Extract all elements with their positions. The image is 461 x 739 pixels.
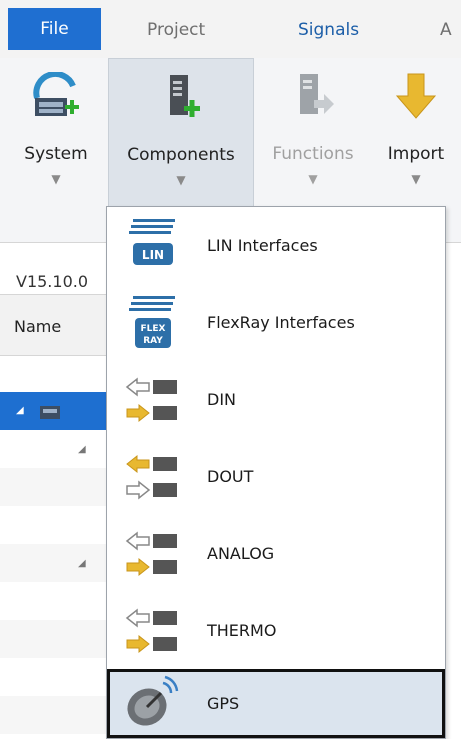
lin-interface-icon: LIN [129,219,175,265]
svg-text:LIN: LIN [142,248,164,262]
import-label: Import [387,144,445,164]
menu-item-lin-interfaces[interactable]: LIN LIN Interfaces [107,207,445,284]
ribbon-tab-bar: File Project Signals A [0,0,461,58]
functions-icon [300,74,334,114]
import-button[interactable]: Import ▼ [374,58,458,208]
chevron-down-icon: ▼ [308,172,318,186]
tree-row[interactable] [0,468,110,506]
menu-item-din[interactable]: DIN [107,361,445,438]
din-icon [125,377,177,423]
dout-icon [126,454,177,500]
components-dropdown-menu: LIN LIN Interfaces FLEX RAY FlexRay Inte… [106,206,446,739]
thermo-icon [125,608,177,654]
svg-text:RAY: RAY [143,336,163,346]
menu-item-label: DOUT [207,467,254,486]
system-icon [40,406,60,419]
flexray-interface-icon: FLEX RAY [129,296,175,348]
tab-truncated[interactable]: A [440,10,452,50]
column-header: Name [0,294,110,356]
functions-label: Functions [272,144,354,164]
menu-item-label: THERMO [207,621,277,640]
analog-icon [125,531,177,577]
components-button[interactable]: Components ▼ [108,58,254,209]
menu-item-label: DIN [207,390,237,409]
components-icon [170,75,200,117]
menu-item-thermo[interactable]: THERMO [107,592,445,669]
menu-item-gps[interactable]: GPS [107,669,445,738]
tab-signals[interactable]: Signals [298,10,359,50]
menu-item-label: FlexRay Interfaces [207,313,355,332]
menu-item-label: ANALOG [207,544,275,563]
menu-item-analog[interactable]: ANALOG [107,515,445,592]
tab-file[interactable]: File [8,8,101,50]
system-icon [33,72,79,116]
tree-row[interactable]: ◢ [0,544,110,582]
chevron-down-icon: ▼ [411,172,421,186]
collapse-icon[interactable]: ◢ [16,405,24,416]
collapse-icon[interactable]: ◢ [78,558,86,569]
tree-row[interactable] [0,696,110,734]
chevron-down-icon: ▼ [51,172,61,186]
menu-item-dout[interactable]: DOUT [107,438,445,515]
tree-row[interactable] [0,506,110,544]
system-label: System [24,144,88,164]
components-label: Components [127,145,235,165]
functions-button[interactable]: Functions ▼ [259,58,367,208]
gps-icon [127,675,179,726]
import-arrow-icon [395,73,437,119]
menu-item-label: LIN Interfaces [207,236,318,255]
version-label: V15.10.0 [16,272,89,291]
tree-row[interactable]: ◢ [0,430,110,468]
collapse-icon[interactable]: ◢ [78,444,86,455]
column-name-header[interactable]: Name [14,317,61,336]
tree-row[interactable] [0,582,110,620]
svg-text:FLEX: FLEX [141,324,166,334]
tree-row[interactable] [0,658,110,696]
menu-item-flexray-interfaces[interactable]: FLEX RAY FlexRay Interfaces [107,284,445,361]
system-button[interactable]: System ▼ [10,58,102,208]
menu-item-label: GPS [207,694,240,713]
tab-project[interactable]: Project [147,10,205,50]
chevron-down-icon: ▼ [176,173,186,187]
tree-row-selected[interactable]: ◢ [0,392,110,430]
tree-row[interactable] [0,620,110,658]
